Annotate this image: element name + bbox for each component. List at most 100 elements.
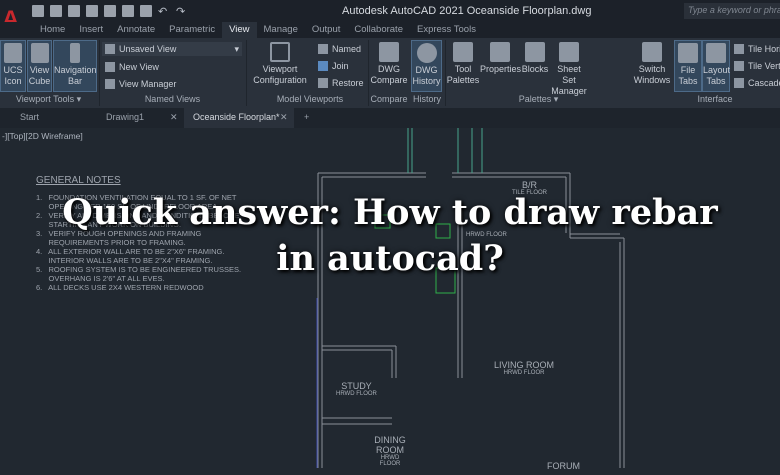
tab-home[interactable]: Home <box>33 22 72 38</box>
named-views-group: Named Views <box>144 94 201 104</box>
viewport-configuration-button[interactable]: Viewport Configuration <box>250 42 310 86</box>
tab-express-tools[interactable]: Express Tools <box>410 22 483 38</box>
switch-windows-label: Switch Windows <box>633 64 671 85</box>
tab-collaborate[interactable]: Collaborate <box>347 22 410 38</box>
divider <box>246 40 247 106</box>
navbar-icon <box>70 43 80 63</box>
view-icon <box>105 44 115 54</box>
new-icon[interactable] <box>32 5 44 17</box>
view-manager-icon <box>105 79 115 89</box>
close-icon[interactable]: ✕ <box>170 112 178 123</box>
room-name: DINING ROOM <box>374 435 406 455</box>
named-label: Named <box>332 44 362 54</box>
blocks-button[interactable]: Blocks <box>521 42 549 75</box>
dwg-history-label: DWG History <box>412 65 441 86</box>
tab-output[interactable]: Output <box>305 22 348 38</box>
file-tabs-icon <box>678 43 698 63</box>
properties-button[interactable]: Properties <box>480 42 522 75</box>
dwg-history-button[interactable]: DWG History <box>411 40 442 92</box>
tool-palettes-button[interactable]: Tool Palettes <box>446 42 480 86</box>
file-tab-drawing1[interactable]: Drawing1 <box>106 112 144 122</box>
ribbon-panel: UCS Icon View Cube Navigation Bar Viewpo… <box>0 38 780 108</box>
named-view-select[interactable]: Unsaved View ▾ <box>102 42 242 56</box>
tab-manage[interactable]: Manage <box>257 22 305 38</box>
headline-overlay: Quick answer: How to draw rebar in autoc… <box>0 190 780 282</box>
room-name: LIVING ROOM <box>494 360 555 370</box>
save-icon[interactable] <box>68 5 80 17</box>
viewport-label[interactable]: -][Top][2D Wireframe] <box>2 131 83 141</box>
file-tab-bar: Start Drawing1 ✕ Oceanside Floorplan* ✕ … <box>0 108 780 128</box>
viewport-icon <box>270 42 290 62</box>
tab-insert[interactable]: Insert <box>72 22 110 38</box>
windows-icon <box>642 42 662 62</box>
undo-icon[interactable]: ↶ <box>158 5 170 18</box>
file-tabs-label: File Tabs <box>678 65 698 86</box>
redo-icon[interactable]: ↷ <box>176 5 188 18</box>
file-tab-start[interactable]: Start <box>20 112 39 122</box>
room-floor: HRWD FLOOR <box>336 391 377 397</box>
close-icon[interactable]: ✕ <box>280 112 288 123</box>
sheet-set-manager-button[interactable]: Sheet Set Manager <box>550 42 588 97</box>
publish-icon[interactable] <box>104 5 116 17</box>
named-icon <box>318 44 328 54</box>
join-icon <box>318 61 328 71</box>
join-button[interactable]: Join <box>318 61 349 71</box>
tab-parametric[interactable]: Parametric <box>162 22 222 38</box>
cascade-button[interactable]: Cascade <box>734 78 780 88</box>
new-tab-icon[interactable]: + <box>304 112 309 122</box>
divider <box>368 40 369 106</box>
plot-icon[interactable] <box>140 5 152 17</box>
search-input[interactable]: Type a keyword or phrase <box>684 3 780 19</box>
quick-access-toolbar: ↶ ↷ <box>32 5 188 18</box>
headline-line-2: in autocad? <box>276 238 504 279</box>
cube-icon <box>30 43 49 63</box>
room-label-study: STUDY HRWD FLOOR <box>336 381 377 397</box>
save-as-icon[interactable] <box>86 5 98 17</box>
view-manager-label: View Manager <box>119 79 177 89</box>
view-cube-button[interactable]: View Cube <box>27 40 52 92</box>
palettes-group[interactable]: Palettes ▾ <box>446 94 631 105</box>
chevron-down-icon: ▾ <box>234 43 239 54</box>
compare-icon <box>379 42 399 62</box>
switch-windows-button[interactable]: Switch Windows <box>632 42 672 86</box>
file-tabs-toggle[interactable]: File Tabs <box>674 40 702 92</box>
window-title: Autodesk AutoCAD 2021 Oceanside Floorpla… <box>342 5 592 17</box>
properties-label: Properties <box>480 64 522 74</box>
cascade-label: Cascade <box>748 78 780 88</box>
room-floor: HRWD FLOOR <box>379 455 401 467</box>
tool-palettes-label: Tool Palettes <box>446 64 480 85</box>
clock-icon <box>416 43 437 63</box>
file-tab-oceanside[interactable]: Oceanside Floorplan* <box>193 112 280 122</box>
navigation-bar-button[interactable]: Navigation Bar <box>53 40 97 92</box>
view-select-value: Unsaved View <box>119 44 177 54</box>
sheet-set-icon <box>559 42 579 62</box>
dwg-compare-button[interactable]: DWG Compare <box>370 42 408 86</box>
room-floor: HRWD FLOOR <box>503 370 545 376</box>
ribbon-tabs: Home Insert Annotate Parametric View Man… <box>0 22 780 38</box>
viewport-tools-group[interactable]: Viewport Tools ▾ <box>0 94 97 105</box>
cascade-icon <box>734 78 744 88</box>
room-name: STUDY <box>341 381 372 391</box>
tile-vertically-button[interactable]: Tile Vertically <box>734 61 780 71</box>
palette-grid-icon <box>453 42 473 62</box>
tab-annotate[interactable]: Annotate <box>110 22 162 38</box>
restore-icon <box>318 78 328 88</box>
model-viewports-group: Model Viewports <box>276 94 344 104</box>
open-icon[interactable] <box>50 5 62 17</box>
tab-view[interactable]: View <box>222 22 257 38</box>
blocks-label: Blocks <box>521 64 549 74</box>
ucs-icon-button[interactable]: UCS Icon <box>0 40 26 92</box>
new-view-button[interactable]: New View <box>105 62 159 72</box>
layout-tabs-toggle[interactable]: Layout Tabs <box>702 40 730 92</box>
title-bar: ↶ ↷ Autodesk AutoCAD 2021 Oceanside Floor… <box>0 0 780 22</box>
view-manager-button[interactable]: View Manager <box>105 79 176 89</box>
share-icon[interactable] <box>122 5 134 17</box>
navigation-bar-label: Navigation Bar <box>54 65 97 86</box>
new-view-label: New View <box>119 62 159 72</box>
named-button[interactable]: Named <box>318 44 361 54</box>
tile-h-label: Tile Horizontally <box>748 44 780 54</box>
restore-button[interactable]: Restore <box>318 78 364 88</box>
new-view-icon <box>105 62 115 72</box>
headline-line-1: Quick answer: How to draw rebar <box>62 192 718 233</box>
tile-horizontally-button[interactable]: Tile Horizontally <box>734 44 780 54</box>
